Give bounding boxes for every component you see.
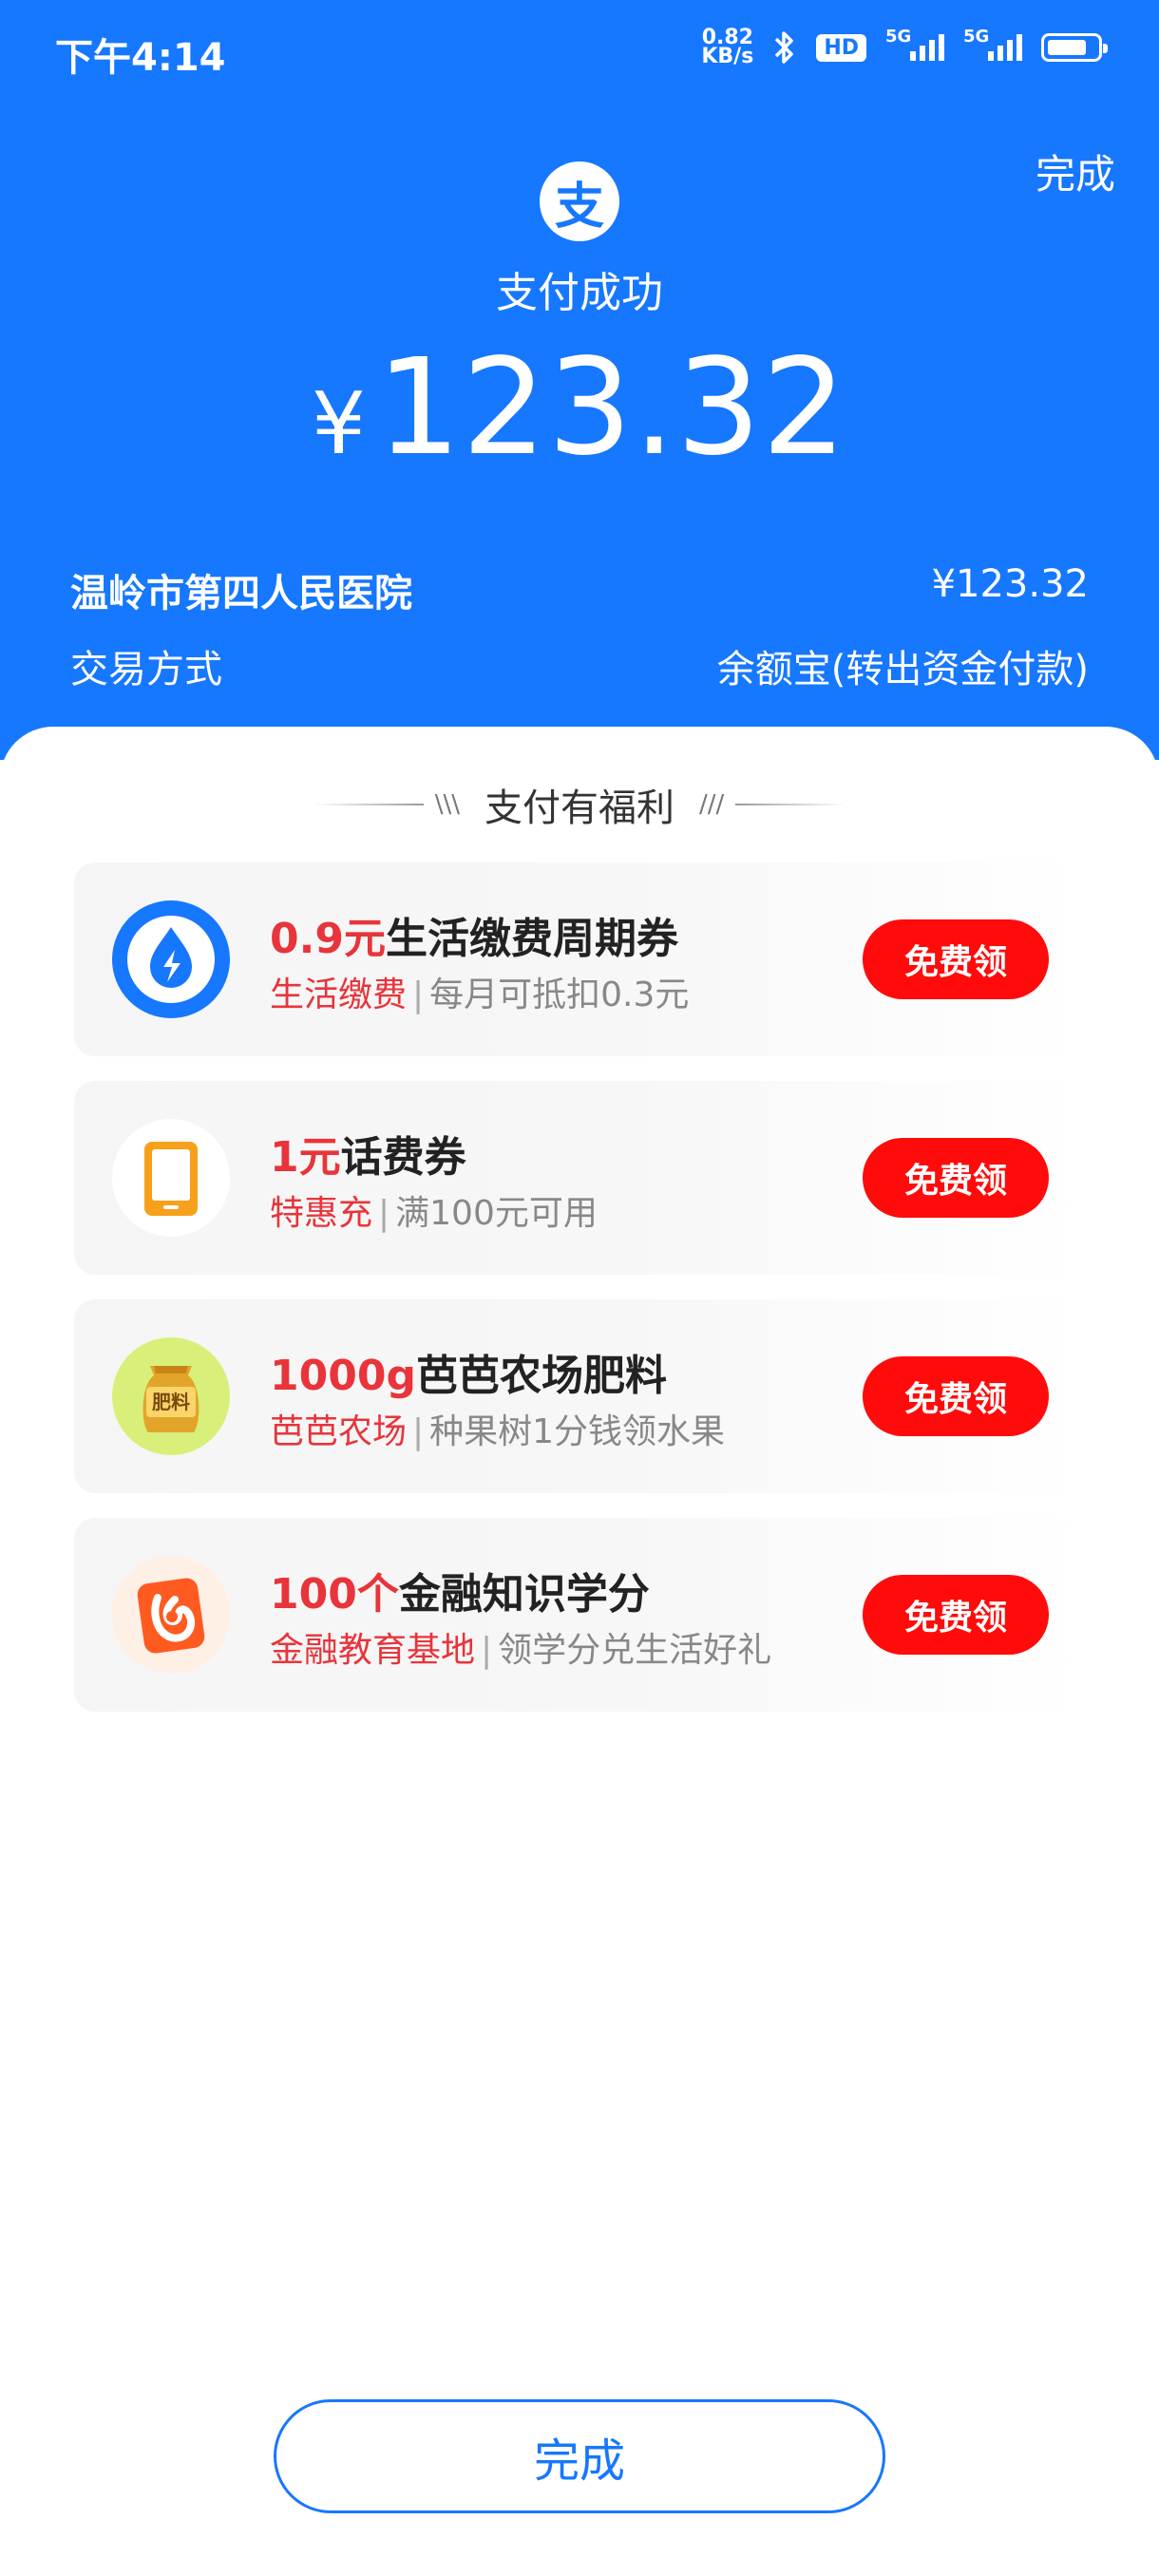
signal-icon-sim1: 5G [885, 27, 944, 61]
signal-icon-sim2: 5G [963, 27, 1022, 61]
payment-status: 支付成功 [496, 269, 663, 317]
phone-icon [112, 1119, 230, 1237]
bluetooth-icon [775, 31, 794, 64]
benefit-card[interactable]: 0.9元生活缴费周期券 生活缴费 | 每月可抵扣0.3元 免费领 [74, 862, 1085, 1056]
benefit-title: 0.9元生活缴费周期券 [270, 915, 678, 963]
ok-hand-icon [112, 1556, 230, 1674]
status-bar: 下午4:14 0.82 KB/s HD 5G 5G [0, 0, 1159, 104]
benefits-title: 支付有福利 [484, 786, 674, 830]
svg-text:肥料: 肥料 [152, 1391, 190, 1413]
benefit-card[interactable]: 1元话费券 特惠充 | 满100元可用 免费领 [74, 1081, 1085, 1275]
benefit-subtitle: 特惠充 | 满100元可用 [270, 1194, 598, 1233]
heading-decoration-left: \\\ [313, 790, 460, 819]
payment-method-row: 交易方式 余额宝(转出资金付款) [70, 638, 1089, 693]
battery-icon [1041, 33, 1108, 62]
claim-button[interactable]: 免费领 [863, 919, 1049, 999]
claim-button[interactable]: 免费领 [863, 1575, 1049, 1655]
claim-button[interactable]: 免费领 [863, 1138, 1049, 1218]
claim-button[interactable]: 免费领 [863, 1356, 1049, 1436]
payment-method-label: 交易方式 [70, 648, 222, 691]
benefit-title: 1元话费券 [270, 1133, 466, 1182]
merchant-amount: ¥123.32 [931, 562, 1089, 606]
currency-symbol: ¥ [311, 374, 368, 474]
lightning-drop-icon [112, 900, 230, 1018]
benefit-title: 100个金融知识学分 [270, 1570, 650, 1619]
done-button[interactable]: 完成 [274, 2399, 885, 2513]
payment-amount: ¥123.32 [311, 331, 848, 485]
heading-decoration-right: /// [699, 790, 846, 819]
status-time: 下午4:14 [55, 36, 226, 80]
alipay-logo-icon: 支 [540, 161, 619, 241]
benefit-title: 1000g芭芭农场肥料 [270, 1352, 667, 1400]
benefit-card[interactable]: 100个金融知识学分 金融教育基地 | 领学分兑生活好礼 免费领 [74, 1518, 1085, 1712]
merchant-row: 温岭市第四人民医院 ¥123.32 [70, 562, 1089, 617]
merchant-name: 温岭市第四人民医院 [70, 572, 412, 616]
payment-method-value: 余额宝(转出资金付款) [716, 648, 1089, 691]
benefits-heading: \\\ 支付有福利 /// [0, 777, 1159, 832]
payment-header: 下午4:14 0.82 KB/s HD 5G 5G 完成 支 支付成功 ¥123… [0, 0, 1159, 760]
benefit-subtitle: 生活缴费 | 每月可抵扣0.3元 [270, 975, 690, 1014]
benefit-subtitle: 芭芭农场 | 种果树1分钱领水果 [270, 1412, 726, 1451]
hd-voice-icon: HD [816, 33, 866, 62]
status-icons: 0.82 KB/s HD 5G 5G [701, 26, 1108, 68]
network-speed: 0.82 KB/s [701, 26, 754, 68]
fertilizer-bag-icon: 肥料 [112, 1337, 230, 1455]
benefit-subtitle: 金融教育基地 | 领学分兑生活好礼 [270, 1631, 772, 1670]
top-done-button[interactable]: 完成 [1036, 142, 1115, 200]
benefit-card[interactable]: 肥料 1000g芭芭农场肥料 芭芭农场 | 种果树1分钱领水果 免费领 [74, 1299, 1085, 1493]
